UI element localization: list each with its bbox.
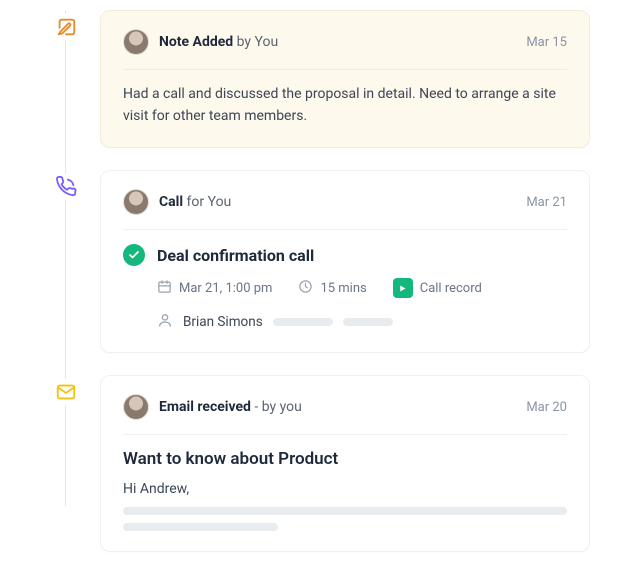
play-icon[interactable]: [393, 278, 413, 298]
activity-item-email: Email received - by you Mar 20 Want to k…: [50, 375, 590, 552]
note-card[interactable]: Note Added by You Mar 15 Had a call and …: [100, 10, 590, 148]
call-date: Mar 21: [526, 195, 567, 210]
call-card-header: Call for You Mar 21: [123, 189, 567, 230]
call-duration: 15 mins: [320, 281, 366, 296]
call-title-row: Deal confirmation call: [123, 244, 567, 266]
check-icon: [123, 244, 145, 266]
email-card[interactable]: Email received - by you Mar 20 Want to k…: [100, 375, 590, 552]
call-title: Deal confirmation call: [157, 246, 314, 265]
activity-feed: Note Added by You Mar 15 Had a call and …: [0, 0, 620, 584]
call-header-tail: for You: [183, 194, 231, 210]
note-date: Mar 15: [526, 35, 567, 50]
note-header-main: Note Added: [159, 34, 233, 50]
email-card-header: Email received - by you Mar 20: [123, 394, 567, 435]
email-header-title: Email received - by you: [159, 399, 516, 415]
email-greeting: Hi Andrew,: [123, 481, 567, 497]
note-body: Had a call and discussed the proposal in…: [123, 84, 567, 127]
activity-item-note: Note Added by You Mar 15 Had a call and …: [50, 10, 590, 148]
call-contact-name: Brian Simons: [183, 314, 263, 330]
phone-icon: [53, 174, 79, 200]
call-record-label: Call record: [420, 281, 482, 296]
call-header-main: Call: [159, 194, 183, 210]
call-card[interactable]: Call for You Mar 21 Deal confirmation ca…: [100, 170, 590, 353]
note-header-tail: by You: [233, 34, 278, 50]
email-header-tail: - by you: [251, 399, 302, 415]
call-datetime: Mar 21, 1:00 pm: [179, 281, 272, 296]
call-duration-group: 15 mins: [298, 279, 366, 298]
placeholder-line: [123, 507, 567, 515]
avatar: [123, 29, 149, 55]
mail-icon: [53, 379, 79, 405]
placeholder-bar: [273, 318, 333, 326]
note-header-title: Note Added by You: [159, 34, 516, 50]
avatar: [123, 189, 149, 215]
person-icon: [157, 312, 173, 332]
clock-icon: [298, 279, 313, 298]
note-icon: [53, 14, 79, 40]
call-record-group[interactable]: Call record: [393, 278, 482, 298]
call-meta-row: Mar 21, 1:00 pm 15 mins Call record: [123, 278, 567, 298]
call-datetime-group: Mar 21, 1:00 pm: [157, 279, 272, 298]
avatar: [123, 394, 149, 420]
placeholder-line: [123, 523, 278, 531]
email-subject: Want to know about Product: [123, 449, 567, 469]
call-contact-row: Brian Simons: [123, 312, 567, 332]
placeholder-bar: [343, 318, 393, 326]
note-card-header: Note Added by You Mar 15: [123, 29, 567, 70]
activity-item-call: Call for You Mar 21 Deal confirmation ca…: [50, 170, 590, 353]
calendar-icon: [157, 279, 172, 298]
email-header-main: Email received: [159, 399, 251, 415]
email-date: Mar 20: [526, 400, 567, 415]
call-header-title: Call for You: [159, 194, 516, 210]
